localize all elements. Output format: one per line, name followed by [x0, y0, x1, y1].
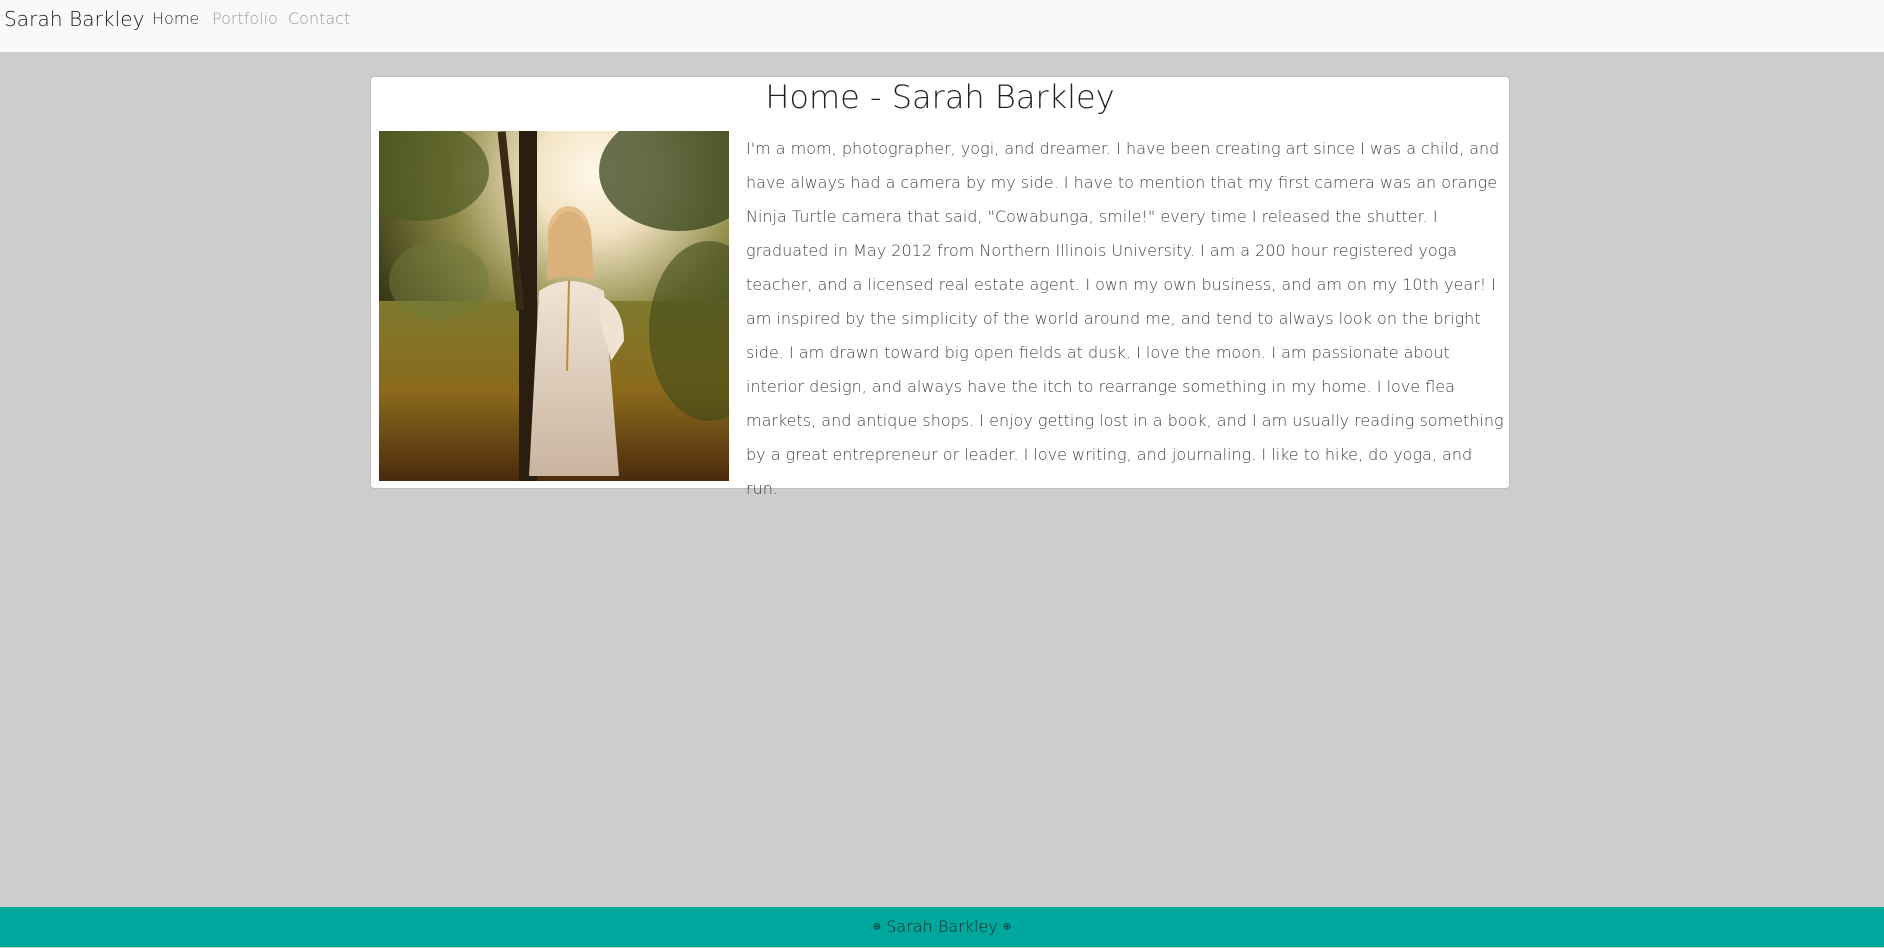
footer-left-icon: ⊕: [872, 921, 882, 933]
profile-photo: [379, 131, 729, 481]
footer-text: Sarah Barkley: [886, 917, 998, 936]
nav-link-portfolio[interactable]: Portfolio: [212, 9, 278, 28]
nav-link-home[interactable]: Home: [152, 9, 199, 28]
page-title: Home - Sarah Barkley: [765, 78, 1115, 116]
nav-link-contact[interactable]: Contact: [288, 9, 350, 28]
footer-right-icon: ⊕: [1002, 921, 1012, 933]
top-navbar: Sarah Barkley Home Portfolio Contact: [0, 0, 1884, 52]
brand-link[interactable]: Sarah Barkley: [4, 7, 145, 31]
bio-text: I'm a mom, photographer, yogi, and dream…: [746, 139, 1504, 498]
site-footer: ⊕ Sarah Barkley ⊕: [0, 907, 1884, 947]
content-card: Home - Sarah Barkley I'm a mom, photogra…: [370, 76, 1510, 498]
